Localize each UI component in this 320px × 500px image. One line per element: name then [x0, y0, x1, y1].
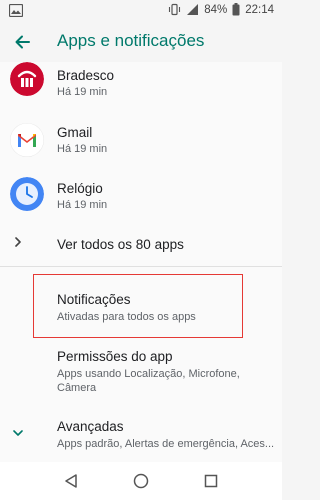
app-last-used: Há 19 min — [57, 86, 108, 98]
vibrate-icon — [169, 3, 181, 16]
divider — [0, 266, 282, 267]
nav-home-button[interactable] — [132, 472, 150, 490]
clock: 22:14 — [245, 3, 274, 16]
advanced-item[interactable]: Avançadas Apps padrão, Alertas de emergê… — [0, 414, 282, 460]
app-last-used: Há 19 min — [57, 143, 108, 155]
settings-list[interactable]: Bradesco Há 19 min Gmail Há 19 min Relóg… — [0, 62, 282, 462]
arrow-back-icon — [15, 35, 30, 49]
see-all-apps-label: Ver todos os 80 apps — [57, 237, 184, 252]
triangle-back-icon — [65, 474, 77, 488]
app-bar: Apps e notificações — [0, 22, 282, 62]
app-name: Bradesco — [57, 68, 115, 83]
advanced-title: Avançadas — [57, 419, 124, 434]
app-permissions-subtitle-2: Câmera — [57, 382, 97, 394]
square-recents-icon — [204, 474, 218, 488]
advanced-subtitle: Apps padrão, Alertas de emergência, Aces… — [57, 438, 275, 450]
chevron-right-icon — [15, 237, 21, 247]
status-icons: 84% 22:14 — [168, 3, 274, 16]
app-name: Gmail — [57, 125, 93, 140]
recent-app-item[interactable]: Bradesco Há 19 min — [0, 62, 282, 106]
home-circle-icon — [133, 473, 149, 489]
gallery-notification-icon — [9, 4, 23, 17]
clock-app-icon — [10, 177, 44, 211]
battery-icon — [232, 3, 240, 16]
recent-app-item[interactable]: Gmail Há 19 min — [0, 118, 282, 162]
gmail-icon — [10, 123, 44, 157]
nav-back-button[interactable] — [62, 472, 80, 490]
nav-recents-button[interactable] — [202, 472, 220, 490]
navigation-bar — [0, 462, 282, 500]
chevron-down-icon — [13, 430, 23, 436]
app-permissions-title: Permissões do app — [57, 349, 173, 364]
see-all-apps-item[interactable]: Ver todos os 80 apps — [0, 230, 282, 264]
page-title: Apps e notificações — [57, 31, 205, 50]
bradesco-icon — [10, 62, 44, 96]
recent-app-item[interactable]: Relógio Há 19 min — [0, 174, 282, 218]
app-name: Relógio — [57, 181, 103, 196]
status-bar: 84% 22:14 — [0, 0, 282, 22]
battery-percentage: 84% — [204, 3, 228, 16]
app-last-used: Há 19 min — [57, 199, 108, 211]
app-permissions-subtitle: Apps usando Localização, Microfone, — [57, 368, 240, 380]
signal-icon — [187, 4, 199, 15]
highlight-frame — [33, 274, 243, 338]
app-permissions-item[interactable]: Permissões do app Apps usando Localizaçã… — [0, 346, 282, 402]
back-button[interactable] — [6, 26, 38, 58]
